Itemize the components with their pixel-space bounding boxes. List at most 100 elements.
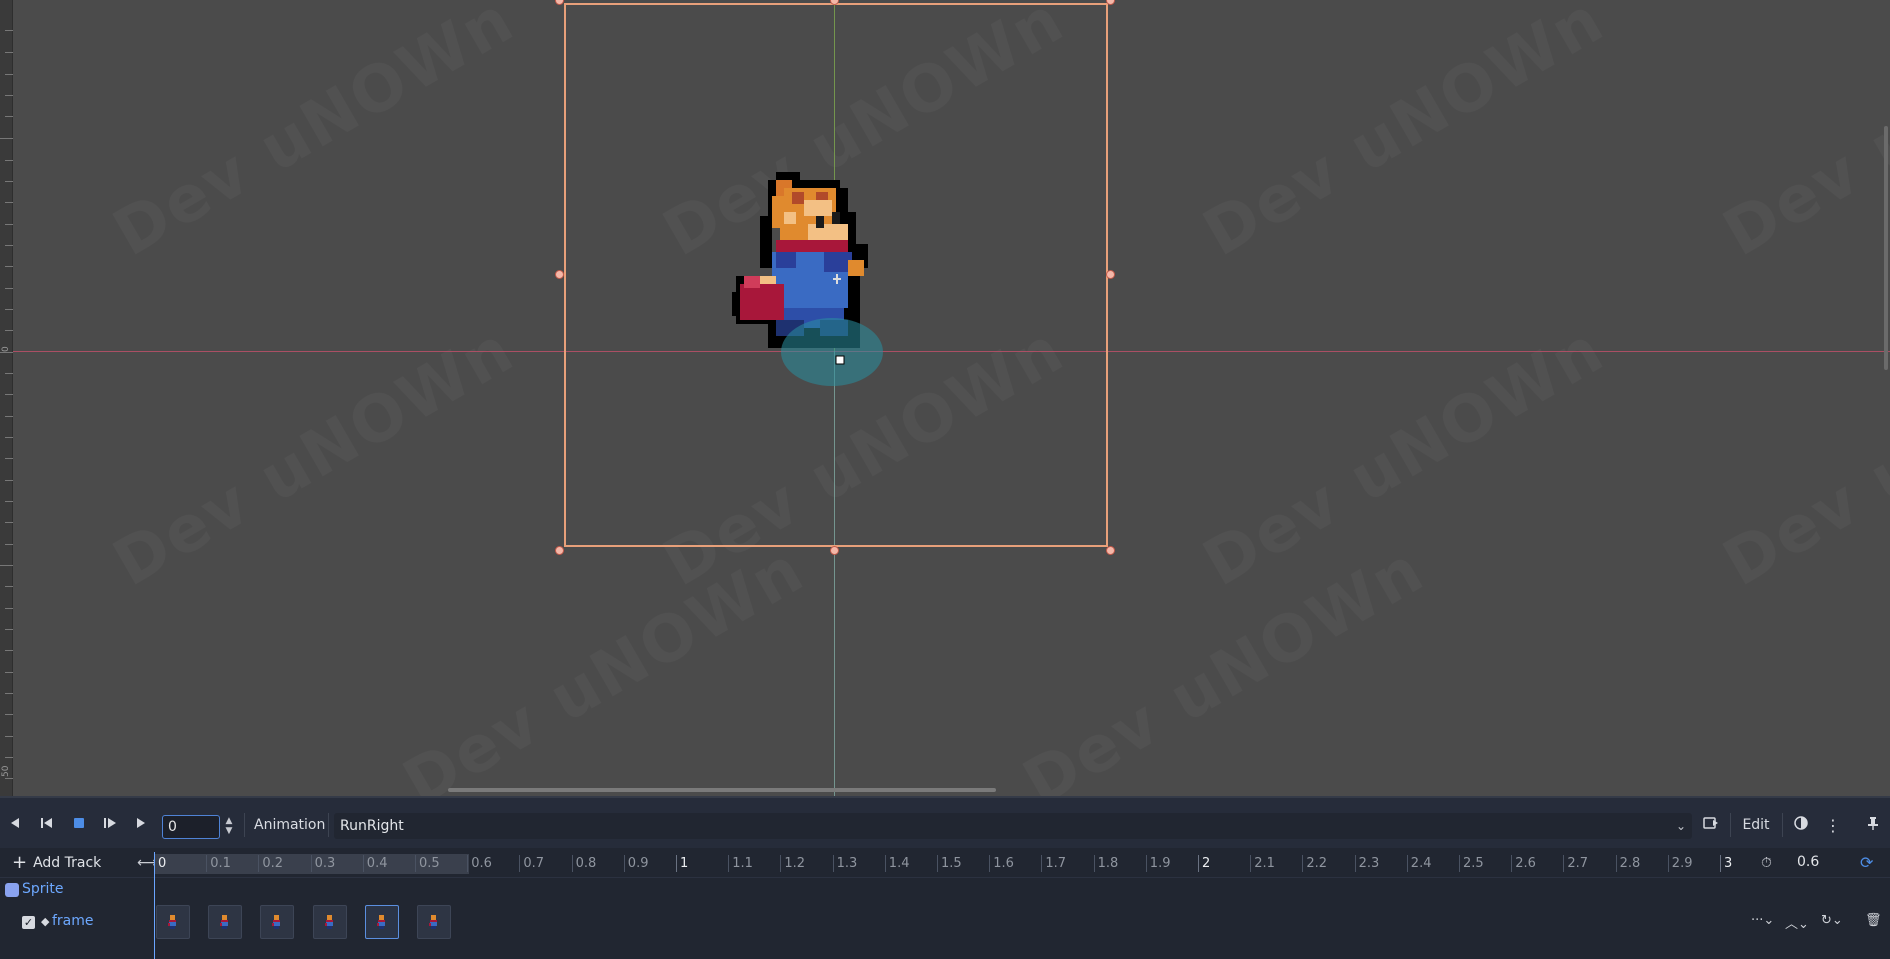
watermark: Dev uNOWn <box>392 533 817 796</box>
autoplay-toggle-button[interactable] <box>1698 811 1724 839</box>
ruler-mark: 2.1 <box>1250 855 1275 872</box>
ruler-mark: 1.5 <box>937 855 962 872</box>
watermark: Dev uNOWn <box>1712 0 1890 271</box>
animation-panel: 0 ▲ ▼ Animation RunRight ⌄ Edit ⋮ + Add … <box>0 796 1890 959</box>
animation-menu-button[interactable]: Animation <box>250 811 329 839</box>
ruler-mark: 1.9 <box>1145 855 1170 872</box>
timeline-ruler[interactable]: 0 0.1 0.2 0.3 0.4 0.5 0.6 0.7 0.8 0.9 1 1.1 1.2 1.3 1.… <box>154 848 1738 878</box>
play-backwards-button[interactable] <box>2 811 28 839</box>
current-animation-name: RunRight <box>340 818 404 834</box>
ruler-mark: 2.6 <box>1511 855 1536 872</box>
ruler-mark: 2.7 <box>1563 855 1588 872</box>
stop-icon <box>73 817 85 833</box>
keyframe[interactable] <box>364 905 399 939</box>
playhead-line[interactable] <box>154 852 155 959</box>
frame-thumbnail-icon <box>272 915 281 929</box>
ruler-mark: 2.4 <box>1406 855 1431 872</box>
sprite-node-icon <box>5 883 19 897</box>
onion-skin-icon <box>1794 816 1808 834</box>
autoplay-icon <box>1703 816 1719 834</box>
stop-button[interactable] <box>66 811 92 839</box>
animation-length-input[interactable]: 0.6 <box>1797 854 1819 870</box>
play-button[interactable] <box>128 811 154 839</box>
ruler-mark: 1.7 <box>1041 855 1066 872</box>
add-track-button[interactable]: + Add Track <box>12 848 101 878</box>
resize-handle[interactable] <box>1106 546 1115 555</box>
watermark: Dev uNOWn <box>1192 0 1617 271</box>
ruler-mark: 2.9 <box>1667 855 1692 872</box>
vertical-scrollbar[interactable] <box>1884 126 1888 370</box>
separator <box>244 813 245 837</box>
play-icon <box>135 817 147 833</box>
interpolation-mode-icon[interactable]: ···⌄ <box>1751 913 1774 928</box>
frame-thumbnail-icon <box>324 915 333 929</box>
separator <box>1730 813 1731 837</box>
keyframe[interactable] <box>417 905 451 939</box>
vertical-ruler[interactable]: 0 50 <box>0 0 13 796</box>
keyframe[interactable] <box>260 905 295 939</box>
ruler-mark: 1.6 <box>989 855 1014 872</box>
animation-selector[interactable]: RunRight ⌄ <box>334 813 1692 839</box>
frame-thumbnail-icon <box>220 915 229 929</box>
ruler-mark: 2.5 <box>1459 855 1484 872</box>
play-from-start-icon <box>103 817 117 833</box>
ruler-label: 0 <box>1 346 11 352</box>
keyframe[interactable] <box>312 905 347 939</box>
onion-skin-button[interactable] <box>1788 811 1814 839</box>
trash-icon[interactable]: 🗑 <box>1865 913 1882 928</box>
play-backwards-from-end-button[interactable] <box>34 811 60 839</box>
godot-editor: Dev uNOWn Dev uNOWn Dev uNOWn Dev uNOWn … <box>0 0 1890 959</box>
track-tools: ···⌄ ︿⌄ ↻⌄ 🗑 <box>1745 902 1890 942</box>
play-from-start-button[interactable] <box>97 811 123 839</box>
ruler-mark: 0 <box>154 855 166 872</box>
current-time-input[interactable]: 0 <box>162 815 220 839</box>
resize-handle[interactable] <box>555 546 564 555</box>
keyframe[interactable] <box>208 905 243 939</box>
pin-icon <box>1867 816 1879 834</box>
separator <box>1782 813 1783 837</box>
ruler-mark: 1.3 <box>832 855 857 872</box>
watermark: Dev uNOWn <box>1712 313 1890 601</box>
watermark: Dev uNOWn <box>102 313 527 601</box>
fox-sprite[interactable] <box>732 172 904 388</box>
track-node-name: Sprite <box>22 881 64 897</box>
keyframe-type-icon: ◆ <box>41 915 50 928</box>
edit-menu-button[interactable]: Edit <box>1736 811 1776 839</box>
time-spinner-icon[interactable]: ▲ ▼ <box>223 816 235 838</box>
ruler-mark: 2.2 <box>1302 855 1327 872</box>
chevron-down-icon: ⌄ <box>1675 819 1686 833</box>
watermark: Dev uNOWn <box>102 0 527 271</box>
track-property-name: frame <box>52 913 94 929</box>
timeline-header: + Add Track ⟷ 0 0.1 0.2 0.3 0.4 0.5 0.6 0.7 0.8 0.… <box>0 848 1890 878</box>
ruler-mark: 0.9 <box>623 855 648 872</box>
ruler-mark: 0.4 <box>362 855 387 872</box>
resize-handle[interactable] <box>555 0 564 5</box>
loop-toggle-icon[interactable]: ⟳ <box>1860 853 1873 872</box>
track-group-sprite[interactable]: Sprite <box>0 878 1890 902</box>
frame-thumbnail-icon <box>376 915 385 929</box>
resize-handle[interactable] <box>830 546 839 555</box>
separator <box>328 813 329 837</box>
more-options-button[interactable]: ⋮ <box>1820 811 1846 839</box>
loop-wrap-icon[interactable]: ↻⌄ <box>1821 913 1843 928</box>
resize-handle[interactable] <box>555 270 564 279</box>
ruler-mark: 0.2 <box>258 855 283 872</box>
stopwatch-icon: ⏱ <box>1761 855 1772 871</box>
horizontal-scrollbar[interactable] <box>448 788 996 792</box>
play-backwards-icon <box>9 817 21 833</box>
resize-handle[interactable] <box>1106 0 1115 5</box>
ruler-mark: 0.1 <box>206 855 231 872</box>
track-frame-property[interactable]: ✓ ◆ frame ···⌄ ︿⌄ ↻⌄ 🗑 <box>0 902 1890 942</box>
resize-handle[interactable] <box>1106 270 1115 279</box>
update-mode-icon[interactable]: ︿⌄ <box>1785 913 1809 932</box>
ruler-label: 50 <box>1 765 11 777</box>
play-backwards-from-end-icon <box>40 817 54 833</box>
add-track-label: Add Track <box>33 855 102 871</box>
ruler-mark: 2.8 <box>1615 855 1640 872</box>
pin-panel-button[interactable] <box>1860 811 1886 839</box>
track-enabled-checkbox[interactable]: ✓ <box>22 916 35 929</box>
ruler-mark: 0.7 <box>519 855 544 872</box>
canvas-viewport[interactable]: Dev uNOWn Dev uNOWn Dev uNOWn Dev uNOWn … <box>0 0 1890 796</box>
keyframe[interactable] <box>156 905 190 939</box>
ruler-mark: 0.5 <box>415 855 440 872</box>
